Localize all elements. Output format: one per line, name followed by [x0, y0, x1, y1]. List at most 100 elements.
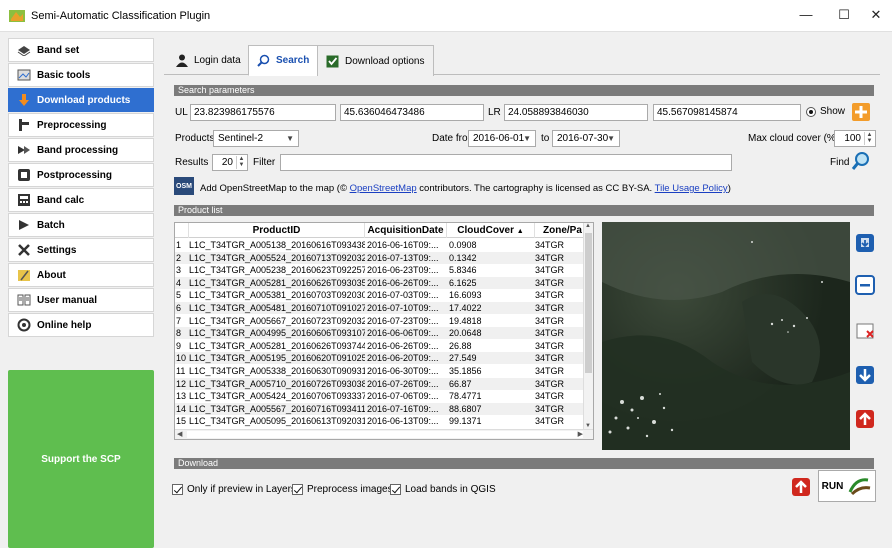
lr-y-input[interactable]: 45.567098145874 [653, 104, 801, 121]
import-button[interactable] [854, 408, 876, 430]
cloud-cover-cell: 78.4771 [449, 391, 482, 402]
sidebar-item-label: Batch [37, 219, 65, 231]
postprocessing-icon [17, 168, 31, 182]
tile-usage-policy-link[interactable]: Tile Usage Policy [655, 183, 728, 194]
table-row[interactable]: 14 L1C_T34TGR_A005567_20160716T093411 2016… [175, 402, 585, 415]
table-row[interactable]: 12 L1C_T34TGR_A005710_20160726T093038 2016… [175, 377, 585, 390]
title-bar: Semi-Automatic Classification Plugin — ☐… [0, 0, 892, 32]
sidebar-item-settings[interactable]: Settings [8, 238, 154, 262]
table-row[interactable]: 13 L1C_T34TGR_A005424_20160706T093337 2016… [175, 390, 585, 402]
close-button[interactable]: ✕ [866, 7, 886, 25]
ul-y-input[interactable]: 45.636046473486 [340, 104, 484, 121]
tab-login-data[interactable]: Login data [168, 45, 249, 76]
export-links-button[interactable] [790, 476, 812, 498]
clear-icon [856, 323, 874, 339]
osm-button[interactable]: OSM [174, 177, 194, 195]
table-row[interactable]: 10 L1C_T34TGR_A005195_20160620T091025 2016… [175, 352, 585, 365]
table-row[interactable]: 1 L1C_T34TGR_A005138_20160616T093438 2016-… [175, 239, 585, 251]
sidebar-item-label: Settings [37, 244, 77, 256]
column-header-cloudcover[interactable]: CloudCover ▲ [447, 223, 535, 238]
acquisition-date-cell: 2016-07-16T09:... [367, 403, 439, 414]
lr-x-input[interactable]: 24.058893846030 [504, 104, 648, 121]
vertical-scrollbar[interactable]: ▲ ▼ [583, 223, 593, 431]
export-button[interactable] [854, 364, 876, 386]
sidebar-item-user-manual[interactable]: User manual [8, 288, 154, 312]
only-preview-checkbox[interactable]: Only if preview in Layers [172, 484, 296, 495]
row-number: 14 [176, 403, 187, 414]
scroll-thumb[interactable] [585, 233, 592, 373]
ul-x-input[interactable]: 23.823986175576 [190, 104, 336, 121]
support-scp-button[interactable]: Support the SCP [8, 370, 154, 548]
table-row[interactable]: 5 L1C_T34TGR_A005381_20160703T092030 2016-… [175, 289, 585, 301]
plus-icon [852, 103, 870, 121]
scroll-thumb-horizontal[interactable] [187, 431, 583, 438]
cloud-cover-spinbox[interactable]: 100 ▲ ▼ [834, 130, 876, 147]
sidebar-item-band-set[interactable]: Band set [8, 38, 154, 62]
horizontal-scrollbar[interactable]: ◀ ▶ [175, 429, 593, 439]
product-table[interactable]: ProductID AcquisitionDate CloudCover ▲ Z… [174, 222, 594, 440]
sidebar-item-label: Postprocessing [37, 169, 113, 181]
filter-input[interactable] [280, 154, 732, 171]
table-row[interactable]: 9 L1C_T34TGR_A005281_20160626T093744 2016-… [175, 340, 585, 352]
maximize-button[interactable]: ☐ [834, 7, 854, 25]
sidebar-item-band-calc[interactable]: Band calc [8, 188, 154, 212]
cloud-cover-value: 100 [844, 133, 861, 144]
sidebar-item-download-products[interactable]: Download products [8, 88, 154, 112]
clear-table-button[interactable] [854, 320, 876, 342]
table-header: ProductID AcquisitionDate CloudCover ▲ Z… [175, 223, 593, 238]
scroll-left-icon: ◀ [177, 431, 183, 438]
openstreetmap-link[interactable]: OpenStreetMap [350, 183, 417, 194]
spin-arrows-icon: ▲ ▼ [236, 156, 246, 169]
sidebar-item-label: About [37, 269, 66, 281]
row-number-header [175, 223, 189, 238]
table-row[interactable]: 7 L1C_T34TGR_A005667_20160723T092032 2016-… [175, 315, 585, 327]
run-button[interactable]: RUN [818, 470, 876, 502]
magnifier-icon [851, 152, 869, 170]
tab-download-options[interactable]: Download options [317, 45, 434, 76]
product-id-cell: L1C_T34TGR_A005281_20160626T093744 [189, 340, 365, 351]
sidebar-item-postprocessing[interactable]: Postprocessing [8, 163, 154, 187]
show-label: Show [820, 106, 846, 117]
table-row[interactable]: 6 L1C_T34TGR_A005481_20160710T091027 2016-… [175, 302, 585, 314]
date-from-input[interactable]: 2016-06-01 ▼ [468, 130, 536, 147]
add-area-button[interactable] [850, 101, 872, 123]
table-row[interactable]: 4 L1C_T34TGR_A005281_20160626T093035 2016-… [175, 276, 585, 289]
sidebar-item-basic-tools[interactable]: Basic tools [8, 63, 154, 87]
arrow-down-icon [856, 366, 874, 384]
sidebar-item-preprocessing[interactable]: Preprocessing [8, 113, 154, 137]
cloud-cover-cell: 99.1371 [449, 416, 482, 427]
tab-search[interactable]: Search [248, 45, 319, 76]
show-radio[interactable]: Show [806, 106, 845, 117]
column-header-zone[interactable]: Zone/Pa [535, 223, 585, 238]
sidebar: Band set Basic tools Download products P… [8, 38, 154, 548]
table-row[interactable]: 15 L1C_T34TGR_A005095_20160613T092031 2016… [175, 415, 585, 427]
preprocess-images-checkbox[interactable]: Preprocess images [292, 484, 393, 495]
sidebar-item-batch[interactable]: Batch [8, 213, 154, 237]
lr-label: LR [488, 107, 501, 118]
user-icon [176, 54, 188, 67]
product-id-cell: L1C_T34TGR_A005138_20160616T093438 [189, 240, 365, 250]
products-select[interactable]: Sentinel-2 ▼ [213, 130, 299, 147]
date-to-input[interactable]: 2016-07-30 ▼ [552, 130, 620, 147]
sidebar-item-label: Band set [37, 44, 80, 56]
column-header-productid[interactable]: ProductID [189, 223, 365, 238]
remove-row-button[interactable] [854, 274, 876, 296]
date-to-value: 2016-07-30 [557, 133, 609, 144]
column-header-label: CloudCover [457, 225, 514, 236]
sidebar-item-about[interactable]: About [8, 263, 154, 287]
load-bands-checkbox[interactable]: Load bands in QGIS [390, 484, 496, 495]
to-label: to [541, 133, 550, 144]
checkbox-icon [326, 55, 339, 68]
minimize-button[interactable]: — [796, 7, 816, 25]
sidebar-item-online-help[interactable]: Online help [8, 313, 154, 337]
results-spinbox[interactable]: 20 ▲ ▼ [212, 154, 248, 171]
column-header-acquisitiondate[interactable]: AcquisitionDate [365, 223, 447, 238]
table-row[interactable]: 8 L1C_T34TGR_A004995_20160606T093107 2016-… [175, 327, 585, 340]
add-to-layers-button[interactable] [854, 232, 876, 254]
table-row[interactable]: 2 L1C_T34TGR_A005524_20160713T092032 2016-… [175, 251, 585, 264]
sidebar-item-band-processing[interactable]: Band processing [8, 138, 154, 162]
table-row[interactable]: 11 L1C_T34TGR_A005338_20160630T090931 2016… [175, 365, 585, 377]
zone-cell: 34TGR [535, 328, 565, 339]
find-button[interactable] [850, 150, 872, 172]
table-row[interactable]: 3 L1C_T34TGR_A005238_20160623T092257 2016-… [175, 264, 585, 276]
